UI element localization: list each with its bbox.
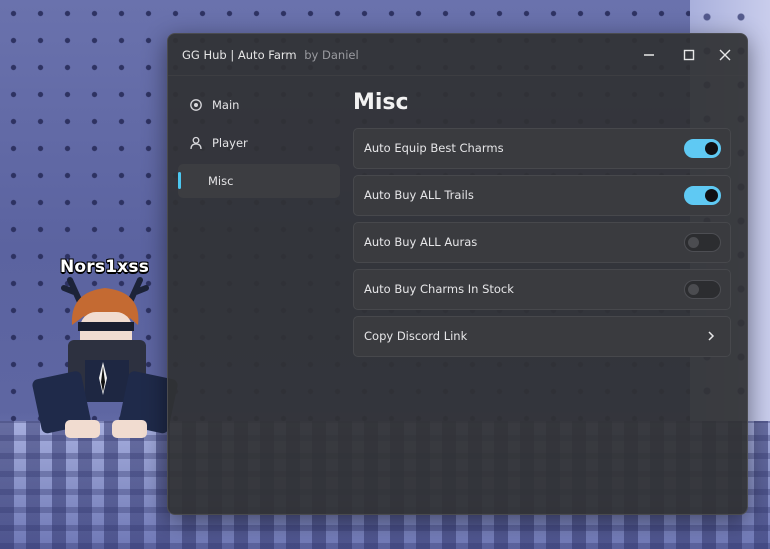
toggle-knob <box>688 237 699 248</box>
active-indicator <box>178 172 181 189</box>
option-label: Auto Equip Best Charms <box>364 141 504 155</box>
sidebar-item-label: Misc <box>208 174 234 188</box>
option-auto-buy-all-trails[interactable]: Auto Buy ALL Trails <box>353 175 731 216</box>
player-avatar: 0 <box>32 277 178 438</box>
toggle-knob <box>705 142 718 155</box>
sidebar-nav: Main Player Misc <box>178 88 340 202</box>
option-label: Copy Discord Link <box>364 329 468 343</box>
toggle-knob <box>705 189 718 202</box>
option-label: Auto Buy ALL Auras <box>364 235 478 249</box>
minimize-icon[interactable] <box>638 44 660 66</box>
sidebar-item-misc[interactable]: Misc <box>178 164 340 198</box>
window-title-text: GG Hub | Auto Farm <box>182 48 297 62</box>
toggle-switch[interactable] <box>684 280 721 299</box>
page-title: Misc <box>353 90 409 115</box>
option-auto-buy-charms-in-stock[interactable]: Auto Buy Charms In Stock <box>353 269 731 310</box>
sidebar-item-main[interactable]: Main <box>178 88 340 122</box>
sidebar-item-player[interactable]: Player <box>178 126 340 160</box>
close-icon[interactable] <box>714 44 736 66</box>
option-auto-equip-best-charms[interactable]: Auto Equip Best Charms <box>353 128 731 169</box>
toggle-switch[interactable] <box>684 186 721 205</box>
option-label: Auto Buy ALL Trails <box>364 188 474 202</box>
window-subtitle: by Daniel <box>304 48 359 62</box>
chevron-right-icon <box>704 329 718 343</box>
copy-discord-link-button[interactable]: Copy Discord Link <box>353 316 731 357</box>
sidebar-item-label: Player <box>212 136 248 150</box>
maximize-icon[interactable] <box>678 44 700 66</box>
sidebar-item-label: Main <box>212 98 240 112</box>
window-title: GG Hub | Auto Farm by Daniel <box>182 48 359 62</box>
option-label: Auto Buy Charms In Stock <box>364 282 514 296</box>
toggle-switch[interactable] <box>684 139 721 158</box>
home-icon <box>188 97 204 113</box>
toggle-switch[interactable] <box>684 233 721 252</box>
user-icon <box>188 135 204 151</box>
option-auto-buy-all-auras[interactable]: Auto Buy ALL Auras <box>353 222 731 263</box>
options-list: Auto Equip Best Charms Auto Buy ALL Trai… <box>353 128 731 363</box>
hub-window: GG Hub | Auto Farm by Daniel Main Player <box>167 33 748 515</box>
window-titlebar[interactable]: GG Hub | Auto Farm by Daniel <box>168 34 747 76</box>
toggle-knob <box>688 284 699 295</box>
